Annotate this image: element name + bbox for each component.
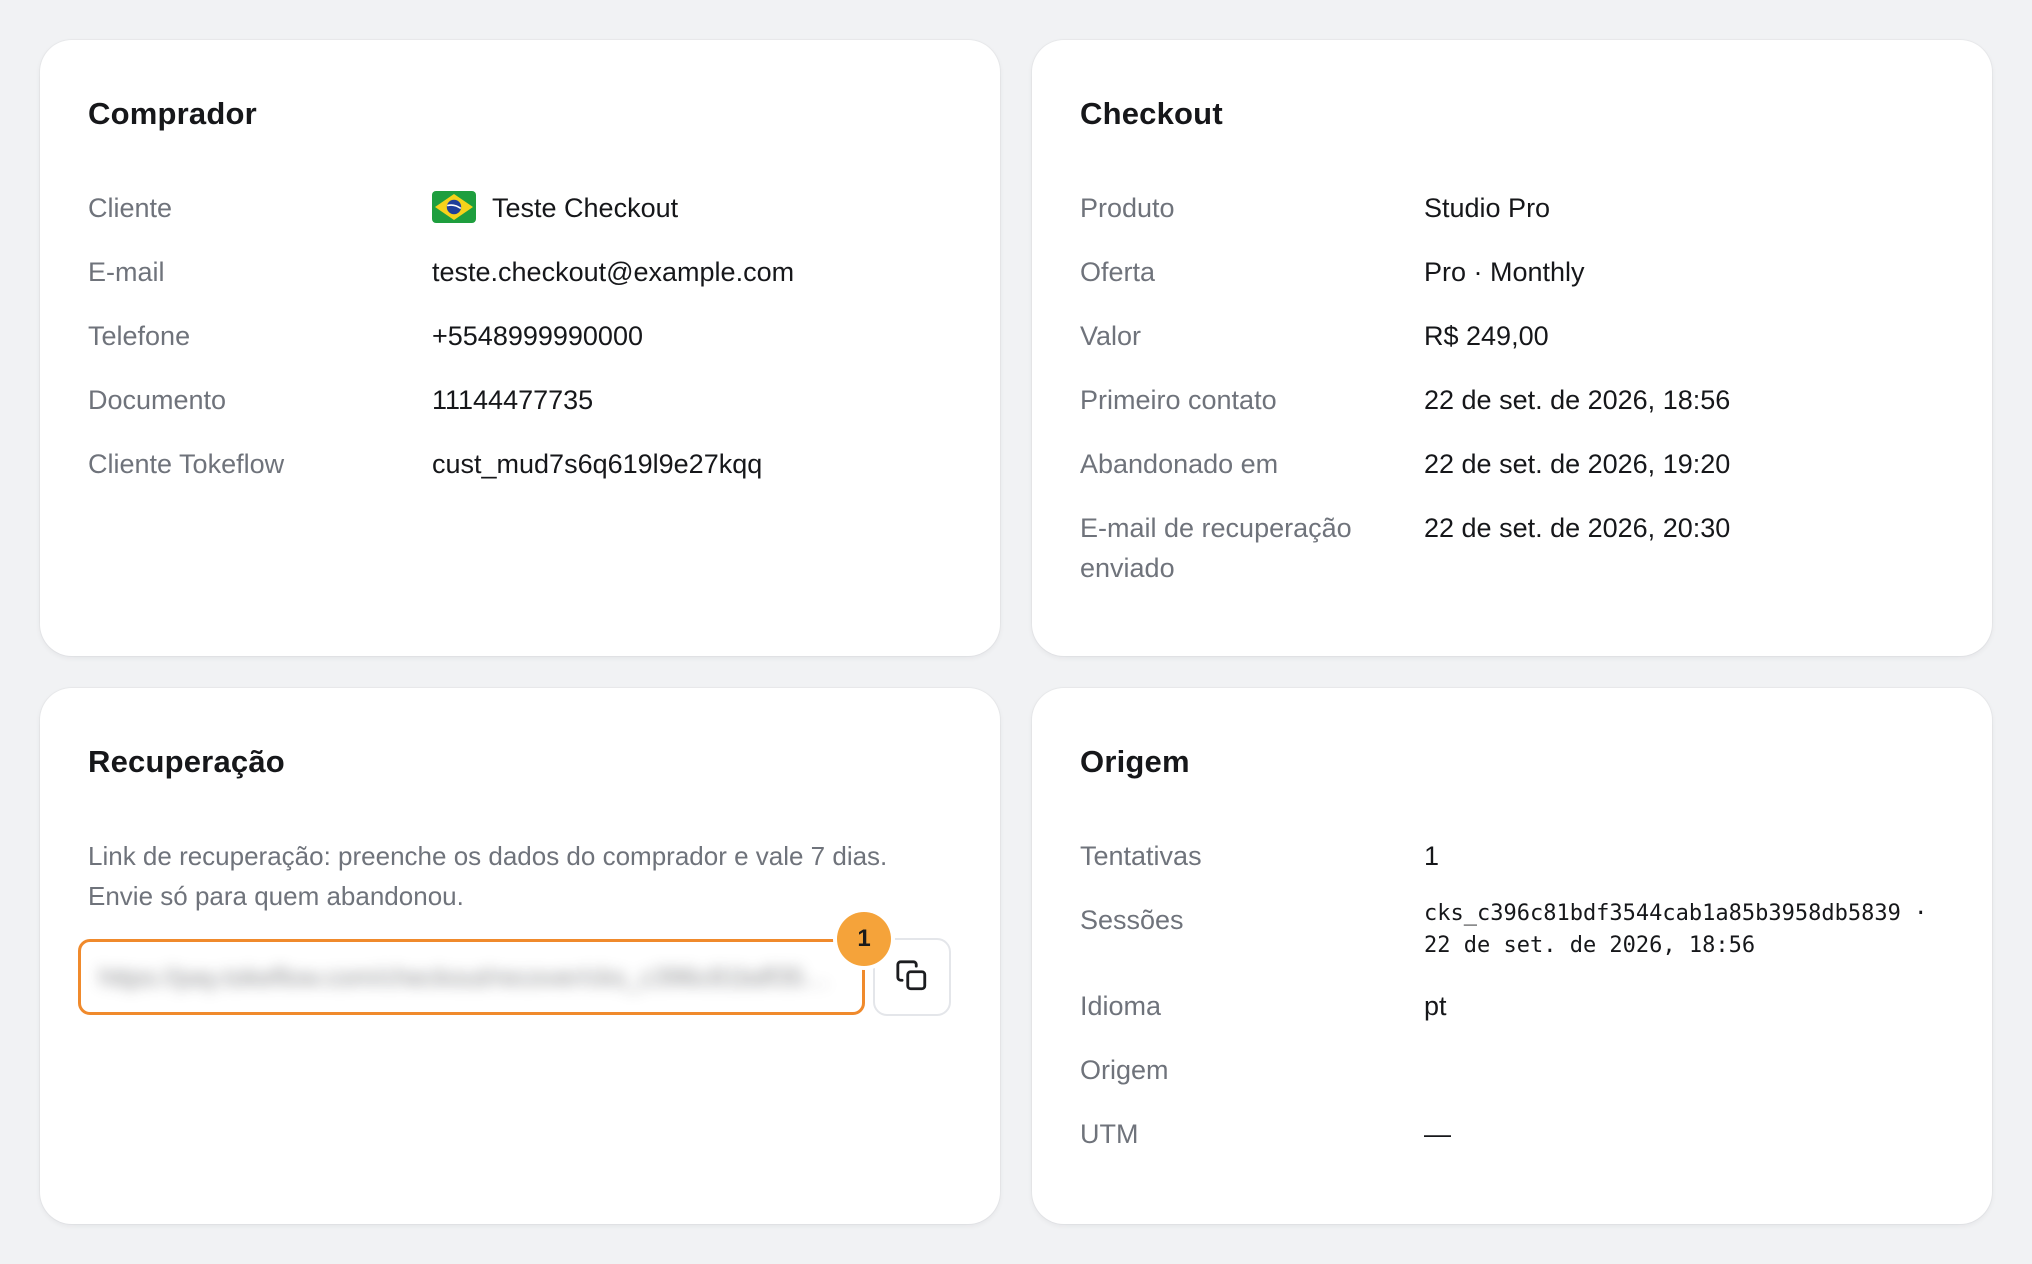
checkout-row-amount: Valor R$ 249,00 (1080, 316, 1944, 356)
step-badge: 1 (837, 912, 891, 966)
origin-row-utm: UTM — (1080, 1114, 1944, 1154)
checkout-row-first-contact: Primeiro contato 22 de set. de 2026, 18:… (1080, 380, 1944, 420)
checkout-card: Checkout Produto Studio Pro Oferta Pro ·… (1032, 40, 1992, 656)
row-label: E-mail (88, 257, 165, 287)
row-label: Produto (1080, 193, 1175, 223)
row-label: Tentativas (1080, 841, 1202, 871)
row-label: Cliente Tokeflow (88, 449, 285, 479)
row-value: 11144477735 (432, 385, 594, 415)
row-value: cust_mud7s6q619l9e27kqq (432, 449, 763, 479)
client-name: Teste Checkout (492, 193, 679, 223)
buyer-row-document: Documento 11144477735 (88, 380, 952, 420)
row-label: UTM (1080, 1119, 1139, 1149)
buyer-card-title: Comprador (88, 96, 257, 131)
details-grid: Comprador Cliente Teste Checkout E-mail … (40, 40, 1992, 1224)
copy-icon (895, 959, 929, 996)
buyer-details: Cliente Teste Checkout E-mail teste.chec… (88, 188, 952, 484)
row-value: 22 de set. de 2026, 18:56 (1424, 385, 1731, 415)
recovery-card: Recuperação Link de recuperação: preench… (40, 688, 1000, 1224)
recovery-link-value[interactable]: https://pay.tokeflow.com/checkout/recove… (99, 962, 844, 993)
row-value: 1 (1424, 841, 1440, 871)
recovery-card-title: Recuperação (88, 744, 285, 779)
row-value: teste.checkout@example.com (432, 257, 795, 287)
row-value: — (1424, 1119, 1451, 1149)
row-label: Valor (1080, 321, 1142, 351)
origin-details: Tentativas 1 Sessões cks_c396c81bdf3544c… (1080, 836, 1944, 1154)
row-value: pt (1424, 991, 1447, 1021)
checkout-row-recovery-email-sent: E-mail de recuperação enviado 22 de set.… (1080, 508, 1944, 588)
recovery-link-field[interactable]: https://pay.tokeflow.com/checkout/recove… (78, 939, 865, 1015)
row-label: E-mail de recuperação enviado (1080, 513, 1352, 583)
row-value: Pro · Monthly (1424, 257, 1585, 287)
origin-row-language: Idioma pt (1080, 986, 1944, 1026)
buyer-card: Comprador Cliente Teste Checkout E-mail … (40, 40, 1000, 656)
row-value: Studio Pro (1424, 193, 1551, 223)
row-label: Origem (1080, 1055, 1169, 1085)
origin-card-title: Origem (1080, 744, 1190, 779)
row-label: Primeiro contato (1080, 385, 1277, 415)
checkout-row-abandoned-at: Abandonado em 22 de set. de 2026, 19:20 (1080, 444, 1944, 484)
brazil-flag-icon (432, 190, 476, 223)
buyer-row-email: E-mail teste.checkout@example.com (88, 252, 952, 292)
buyer-row-phone: Telefone +5548999990000 (88, 316, 952, 356)
origin-row-attempts: Tentativas 1 (1080, 836, 1944, 876)
origin-card: Origem Tentativas 1 Sessões cks_c396c81b… (1032, 688, 1992, 1224)
row-value: 22 de set. de 2026, 19:20 (1424, 449, 1731, 479)
checkout-row-offer: Oferta Pro · Monthly (1080, 252, 1944, 292)
row-label: Idioma (1080, 991, 1162, 1021)
row-value: 22 de set. de 2026, 20:30 (1424, 513, 1731, 543)
row-label: Abandonado em (1080, 449, 1279, 479)
row-value: +5548999990000 (432, 321, 643, 351)
row-label: Oferta (1080, 257, 1156, 287)
row-label: Telefone (88, 321, 191, 351)
buyer-row-client: Cliente Teste Checkout (88, 188, 952, 228)
row-label: Documento (88, 385, 227, 415)
recovery-description: Link de recuperação: preenche os dados d… (88, 841, 888, 911)
row-label: Cliente (88, 193, 173, 223)
row-value: Teste Checkout (432, 188, 952, 228)
origin-row-sessions: Sessões cks_c396c81bdf3544cab1a85b3958db… (1080, 900, 1944, 962)
buyer-row-customer-id: Cliente Tokeflow cust_mud7s6q619l9e27kqq (88, 444, 952, 484)
origin-row-source: Origem (1080, 1050, 1944, 1090)
checkout-row-product: Produto Studio Pro (1080, 188, 1944, 228)
row-value: R$ 249,00 (1424, 321, 1549, 351)
checkout-card-title: Checkout (1080, 96, 1223, 131)
row-label: Sessões (1080, 905, 1184, 935)
checkout-details: Produto Studio Pro Oferta Pro · Monthly … (1080, 188, 1944, 588)
recovery-link-group: https://pay.tokeflow.com/checkout/recove… (78, 912, 952, 1016)
session-link[interactable]: cks_c396c81bdf3544cab1a85b3958db5839 · 2… (1424, 898, 1944, 962)
